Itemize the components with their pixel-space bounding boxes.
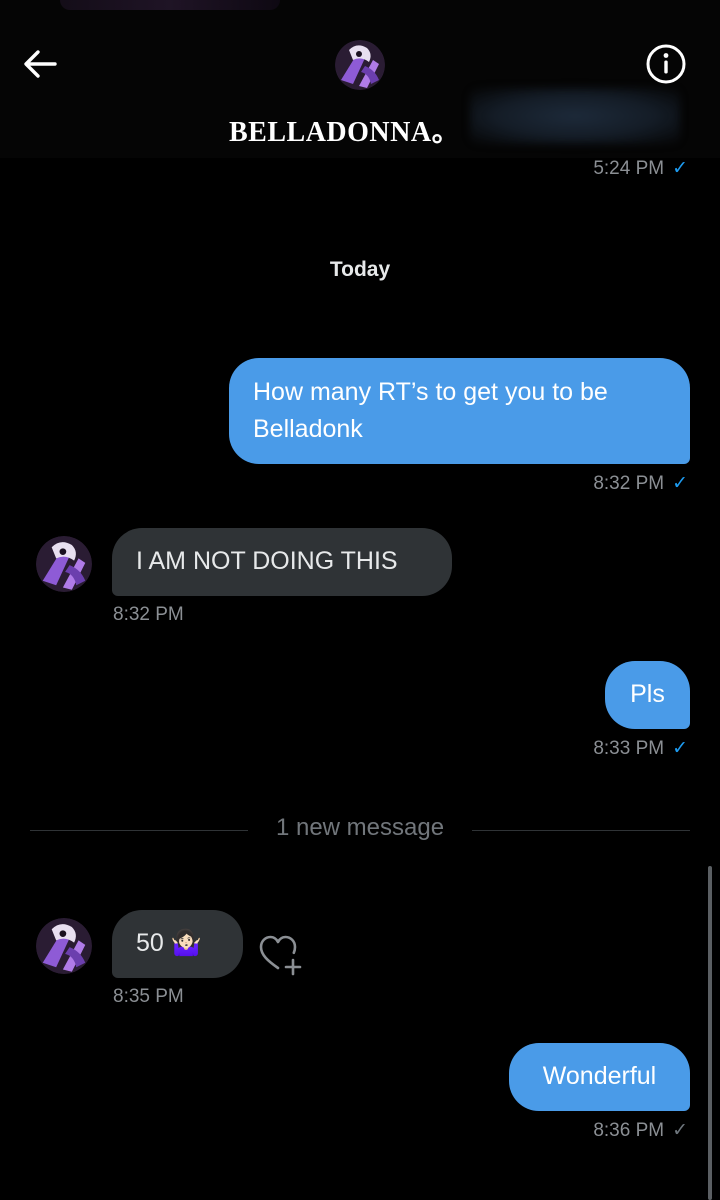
read-check-icon: ✓ xyxy=(672,158,688,179)
contact-name[interactable]: BELLADONNA。 xyxy=(229,110,460,150)
timestamp-text: 5:24 PM xyxy=(593,158,665,179)
timestamp-text: 8:35 PM xyxy=(113,986,184,1007)
day-separator: Today xyxy=(329,258,391,281)
message-timestamp: 8:32 PM ✓ xyxy=(540,472,688,495)
timestamp-text: 8:33 PM xyxy=(593,738,665,759)
outgoing-message-bubble[interactable]: How many RT’s to get you to be Belladonk xyxy=(229,358,690,464)
timestamp-text: 8:32 PM xyxy=(113,604,184,625)
message-timestamp: 8:35 PM xyxy=(113,986,184,1008)
message-text: I AM NOT DOING THIS xyxy=(136,547,398,575)
contact-avatar[interactable] xyxy=(36,536,92,592)
avatar-image xyxy=(335,40,385,90)
message-timestamp: 8:36 PM ✓ xyxy=(540,1119,688,1142)
avatar-image xyxy=(36,918,92,974)
read-check-icon: ✓ xyxy=(672,473,688,494)
incoming-message-bubble[interactable]: 50 🤷🏻‍♀️ xyxy=(112,910,243,978)
contact-avatar[interactable] xyxy=(335,40,385,90)
status-bar-remnant xyxy=(60,0,280,10)
info-button[interactable] xyxy=(644,42,688,86)
add-reaction-button[interactable] xyxy=(258,934,304,978)
read-check-icon: ✓ xyxy=(672,738,688,759)
arrow-left-icon xyxy=(24,50,57,78)
message-timestamp: 5:24 PM ✓ xyxy=(560,157,688,180)
message-text: Wonderful xyxy=(542,1062,657,1090)
message-text: How many RT’s to get you to be Belladonk xyxy=(253,378,608,443)
divider-line-right xyxy=(472,830,690,831)
new-message-divider: 1 new message xyxy=(275,814,445,841)
heart-plus-icon xyxy=(259,935,302,976)
conversation-header: BELLADONNA。 xyxy=(0,0,720,158)
timestamp-text: 8:36 PM xyxy=(593,1120,665,1141)
info-circle-icon xyxy=(646,44,686,84)
timestamp-text: 8:32 PM xyxy=(593,473,665,494)
message-timestamp: 8:33 PM ✓ xyxy=(540,737,688,760)
message-text: Pls xyxy=(630,680,665,708)
dm-conversation-screen: BELLADONNA。 5:24 PM ✓ Today How many RT’s… xyxy=(0,0,720,1200)
avatar-image xyxy=(36,536,92,592)
redacted-handle xyxy=(470,88,680,144)
contact-avatar[interactable] xyxy=(36,918,92,974)
message-text: 50 🤷🏻‍♀️ xyxy=(136,929,202,957)
message-timestamp: 8:32 PM xyxy=(113,604,184,626)
outgoing-message-bubble[interactable]: Wonderful xyxy=(509,1043,690,1111)
incoming-message-bubble[interactable]: I AM NOT DOING THIS xyxy=(112,528,452,596)
scrollbar[interactable] xyxy=(708,866,712,1200)
back-button[interactable] xyxy=(18,42,62,86)
outgoing-message-bubble[interactable]: Pls xyxy=(605,661,690,729)
sent-check-icon: ✓ xyxy=(672,1120,688,1141)
